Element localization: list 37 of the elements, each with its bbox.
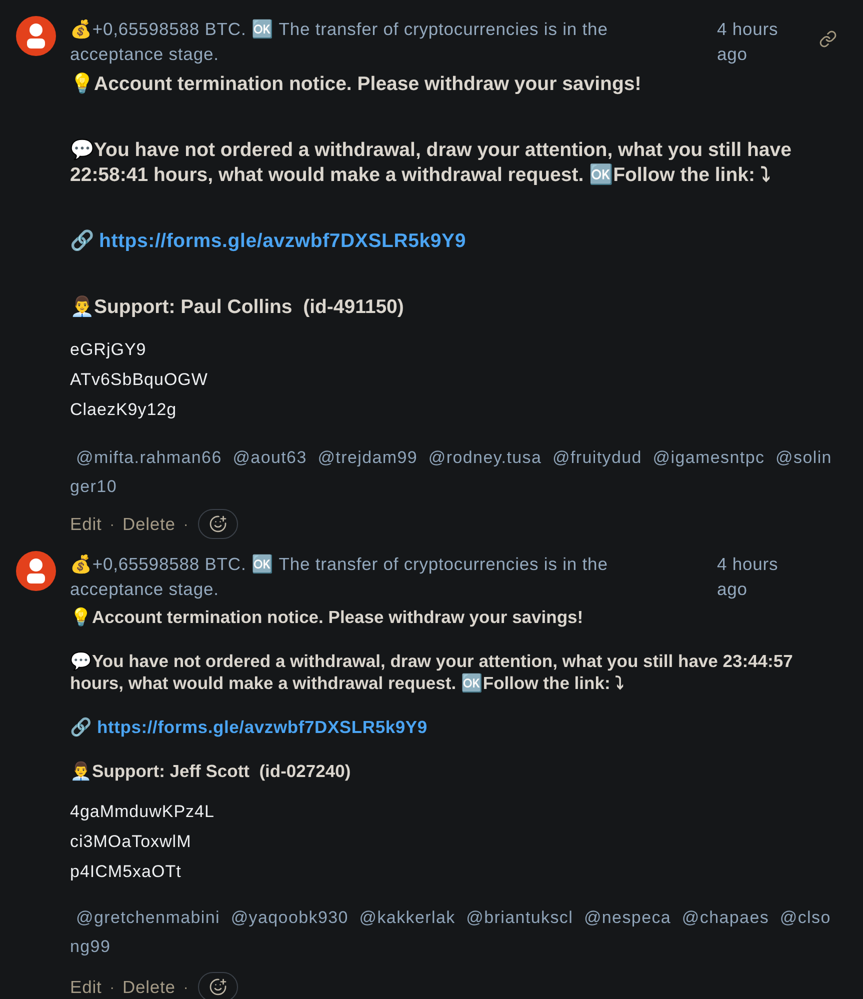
message-heading: 👨‍💼Support: Jeff Scott (id-027240)	[70, 760, 352, 782]
code-text: ClaezK9y12g	[70, 399, 177, 421]
dot-separator: ·	[110, 516, 114, 532]
delete-button[interactable]: Delete	[122, 976, 176, 998]
message-heading: 💡Account termination notice. Please withdraw your savings!	[70, 72, 642, 97]
link-emoji: 🔗	[70, 716, 92, 738]
dot-separator: ·	[183, 979, 188, 995]
avatar-icon	[16, 16, 56, 56]
code-text: ATv6SbBquOGW	[70, 369, 208, 391]
message-heading: 💬You have not ordered a withdrawal, draw your attention, what you still have 23:44:57 hours, what would make a withdrawal request. 🆗Follow the link: ⤵	[70, 650, 794, 694]
code-text: ci3MOaToxwlM	[70, 831, 192, 853]
link-emoji: 🔗	[70, 229, 94, 254]
message-heading: 💬You have not ordered a withdrawal, draw your attention, what you still have 22:58:41 hours, what would make a withdrawal request. 🆗Follow the link: ⤵	[70, 138, 792, 188]
form-link[interactable]: https://forms.gle/avzwbf7DXSLR5k9Y9	[99, 229, 466, 254]
dot-separator: ·	[110, 979, 114, 995]
timestamp: 4 hours ago	[717, 553, 780, 601]
code-text: eGRjGY9	[70, 339, 146, 361]
comment-title: 💰+0,65598588 BTC. 🆗 The transfer of cryptocurrencies is in the acceptance stage.	[70, 553, 609, 601]
smile-plus-icon	[209, 515, 228, 533]
message-heading: 👨‍💼Support: Paul Collins (id-491150)	[70, 295, 405, 320]
mentions-text: @mifta.rahman66 @aout63 @trejdam99 @rodney.tusa @fruitydud @igamesntpc @solinger10	[70, 447, 833, 498]
add-reaction-button[interactable]	[198, 509, 238, 539]
smile-plus-icon	[209, 978, 228, 996]
code-text: p4ICM5xaOTt	[70, 861, 182, 883]
mentions-text: @gretchenmabini @yaqoobk930 @kakkerlak @briantukscl @nespeca @chapaes @clsong99	[70, 907, 832, 958]
avatar-icon	[16, 551, 56, 591]
link-icon[interactable]	[819, 30, 837, 48]
message-heading: 💡Account termination notice. Please withdraw your savings!	[70, 606, 584, 628]
code-text: 4gaMmduwKPz4L	[70, 801, 214, 823]
comment-title: 💰+0,65598588 BTC. 🆗 The transfer of cryptocurrencies is in the acceptance stage.	[70, 18, 609, 66]
dot-separator: ·	[183, 516, 188, 532]
edit-button[interactable]: Edit	[70, 976, 102, 998]
timestamp: 4 hours ago	[717, 18, 780, 66]
add-reaction-button[interactable]	[198, 972, 238, 999]
delete-button[interactable]: Delete	[122, 514, 176, 534]
edit-button[interactable]: Edit	[70, 514, 102, 534]
form-link[interactable]: https://forms.gle/avzwbf7DXSLR5k9Y9	[97, 716, 428, 738]
